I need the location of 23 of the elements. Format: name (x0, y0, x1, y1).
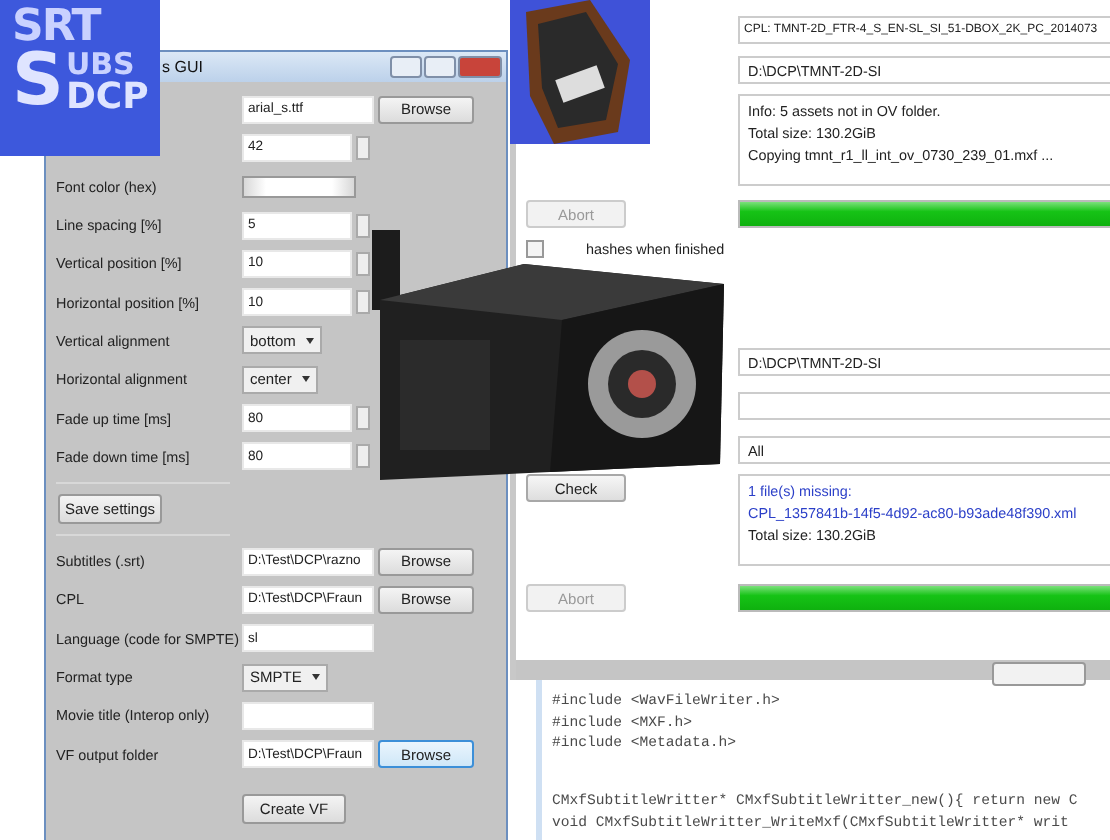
caret-icon (305, 337, 314, 344)
dialog-button[interactable] (992, 662, 1086, 686)
logo-text: UBS (65, 50, 135, 80)
spin-icon[interactable] (356, 406, 370, 431)
logo-text: SRT (12, 6, 101, 50)
close-button[interactable] (458, 56, 502, 78)
maximize-button[interactable] (424, 56, 456, 78)
spin-icon[interactable] (356, 135, 370, 160)
input-field[interactable] (738, 392, 1110, 420)
minimize-button[interactable] (390, 56, 422, 78)
input-field[interactable] (242, 701, 374, 730)
spin-icon[interactable] (356, 251, 370, 276)
spin-icon[interactable] (356, 444, 370, 469)
logo-text: S (12, 50, 64, 115)
spin-icon[interactable] (356, 213, 370, 238)
checkbox[interactable] (526, 239, 544, 257)
caret-icon (311, 674, 320, 680)
spin-icon[interactable] (356, 290, 370, 315)
color-picker-button[interactable] (242, 175, 356, 198)
caret-icon (301, 376, 310, 383)
case-photo (510, 0, 650, 144)
logo-text: DCP (65, 80, 149, 116)
window-title: s GUI (162, 58, 203, 76)
